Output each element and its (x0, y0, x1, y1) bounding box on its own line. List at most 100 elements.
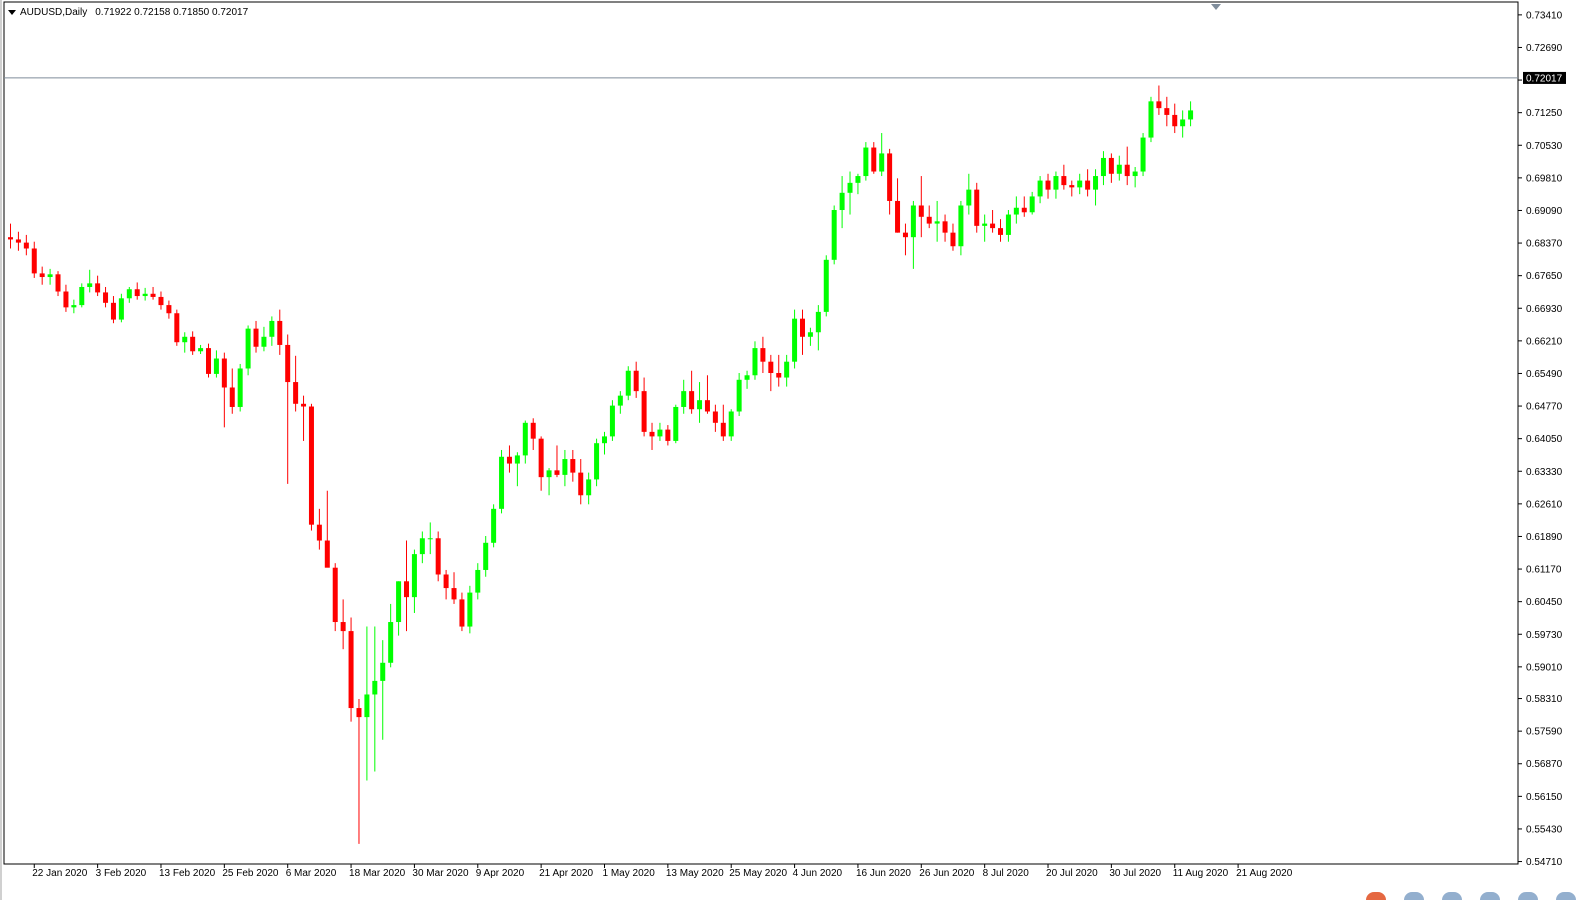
candle[interactable] (261, 326, 267, 352)
candle[interactable] (784, 354, 790, 387)
candle[interactable] (990, 210, 996, 233)
price-chart[interactable]: 0.734100.726900.719700.712500.705300.698… (0, 0, 1593, 900)
candle[interactable] (308, 403, 314, 531)
help-icon[interactable] (1442, 892, 1462, 900)
candle[interactable] (934, 200, 940, 242)
candle[interactable] (768, 354, 774, 392)
candle[interactable] (39, 266, 45, 285)
candle[interactable] (918, 176, 924, 238)
candle[interactable] (277, 309, 283, 355)
candle[interactable] (1164, 96, 1170, 127)
candle[interactable] (142, 287, 148, 301)
candle[interactable] (530, 418, 536, 450)
candle[interactable] (166, 300, 172, 319)
candle[interactable] (760, 336, 766, 374)
candle[interactable] (206, 343, 211, 378)
candle[interactable] (340, 599, 346, 650)
candle[interactable] (982, 214, 988, 242)
candle[interactable] (1156, 85, 1162, 115)
candle[interactable] (855, 173, 861, 195)
candle[interactable] (1140, 133, 1146, 177)
candle[interactable] (1069, 180, 1075, 197)
candle[interactable] (47, 268, 53, 285)
candle[interactable] (95, 275, 101, 297)
candle[interactable] (871, 142, 877, 174)
candle[interactable] (1148, 96, 1154, 143)
candle[interactable] (1037, 176, 1043, 204)
candle[interactable] (1188, 101, 1194, 127)
candle[interactable] (1021, 196, 1027, 217)
candle[interactable] (182, 332, 188, 353)
candle[interactable] (1013, 196, 1019, 224)
chart-menu-arrow-icon[interactable] (8, 10, 16, 15)
candle[interactable] (1061, 164, 1067, 190)
candle[interactable] (1045, 173, 1051, 199)
candle[interactable] (641, 377, 647, 437)
chart-window[interactable]: 0.734100.726900.719700.712500.705300.698… (0, 0, 1593, 900)
candle[interactable] (237, 363, 243, 412)
candle[interactable] (372, 626, 378, 772)
candle[interactable] (118, 293, 124, 323)
candle[interactable] (79, 283, 85, 308)
candle[interactable] (689, 370, 695, 414)
candle[interactable] (522, 420, 528, 464)
candle[interactable] (71, 299, 77, 314)
candle[interactable] (451, 572, 457, 604)
candle[interactable] (657, 422, 663, 441)
keyboard-icon[interactable] (1480, 892, 1500, 900)
volume-icon[interactable] (1556, 892, 1576, 900)
candle[interactable] (459, 592, 465, 632)
candle[interactable] (554, 445, 560, 478)
candle[interactable] (602, 431, 607, 455)
candle[interactable] (570, 449, 576, 482)
candle[interactable] (998, 219, 1003, 242)
candle[interactable] (245, 325, 251, 376)
candle[interactable] (1180, 110, 1186, 138)
network-icon[interactable] (1404, 892, 1424, 900)
candle[interactable] (744, 370, 750, 389)
candle[interactable] (704, 375, 710, 414)
candle[interactable] (380, 640, 386, 740)
candle[interactable] (910, 200, 916, 269)
candle[interactable] (158, 291, 164, 310)
candle[interactable] (1077, 173, 1083, 195)
candle[interactable] (823, 255, 829, 317)
candle[interactable] (736, 373, 742, 417)
candle[interactable] (110, 296, 116, 324)
candle[interactable] (1093, 169, 1099, 206)
candle[interactable] (776, 354, 782, 387)
candle[interactable] (1029, 191, 1035, 215)
candle[interactable] (8, 223, 13, 249)
candle[interactable] (499, 449, 505, 514)
candle[interactable] (404, 540, 409, 632)
candle[interactable] (1116, 155, 1122, 181)
candle[interactable] (506, 445, 512, 473)
candle[interactable] (31, 241, 37, 278)
candle[interactable] (807, 327, 813, 346)
candle[interactable] (926, 205, 932, 229)
candle[interactable] (792, 309, 798, 369)
candle[interactable] (546, 468, 552, 496)
candle[interactable] (586, 472, 592, 505)
candle[interactable] (625, 366, 631, 401)
candle[interactable] (411, 549, 417, 613)
candle[interactable] (23, 234, 29, 256)
candle[interactable] (221, 352, 227, 428)
candle[interactable] (609, 400, 615, 441)
candle[interactable] (467, 585, 473, 634)
candle[interactable] (1100, 151, 1106, 186)
candle[interactable] (847, 171, 853, 215)
candle[interactable] (578, 459, 584, 505)
candle[interactable] (538, 436, 544, 491)
candle[interactable] (633, 361, 639, 398)
candle[interactable] (1124, 146, 1130, 186)
candle[interactable] (55, 271, 61, 297)
candle[interactable] (419, 531, 425, 564)
candle[interactable] (427, 522, 433, 555)
candle[interactable] (863, 142, 869, 181)
candle[interactable] (1085, 169, 1091, 197)
candle[interactable] (1108, 153, 1114, 183)
candle[interactable] (293, 355, 299, 412)
candle[interactable] (324, 490, 330, 568)
candle[interactable] (103, 286, 109, 308)
